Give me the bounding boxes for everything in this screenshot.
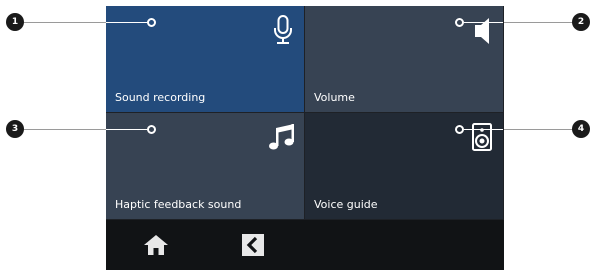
callout-badge-3: 3 bbox=[6, 120, 24, 138]
home-icon[interactable] bbox=[143, 233, 169, 257]
loudspeaker-icon bbox=[469, 121, 495, 153]
callout-leader-2 bbox=[504, 22, 574, 23]
speaker-volume-icon bbox=[469, 14, 495, 46]
tile-haptic-feedback-sound[interactable]: Haptic feedback sound bbox=[106, 113, 304, 219]
callout-dot-1 bbox=[147, 18, 156, 27]
callout-line-3 bbox=[106, 129, 148, 130]
callout-line-1 bbox=[106, 22, 148, 23]
music-note-icon bbox=[266, 121, 298, 153]
callout-badge-1: 1 bbox=[6, 13, 24, 31]
microphone-icon bbox=[270, 14, 296, 46]
callout-dot-4 bbox=[455, 125, 464, 134]
tile-voice-guide[interactable]: Voice guide bbox=[305, 113, 503, 219]
tile-label-voice-guide: Voice guide bbox=[314, 198, 378, 211]
tile-volume[interactable]: Volume bbox=[305, 6, 503, 112]
callout-dot-2 bbox=[455, 18, 464, 27]
callout-dot-3 bbox=[147, 125, 156, 134]
callout-badge-4: 4 bbox=[572, 120, 590, 138]
tile-label-volume: Volume bbox=[314, 91, 355, 104]
tile-label-haptic-feedback-sound: Haptic feedback sound bbox=[115, 198, 242, 211]
back-icon[interactable] bbox=[241, 233, 265, 257]
tile-label-sound-recording: Sound recording bbox=[115, 91, 206, 104]
callout-leader-3 bbox=[22, 129, 106, 130]
callout-leader-4 bbox=[504, 129, 574, 130]
callout-badge-2: 2 bbox=[572, 13, 590, 31]
bottom-navigation-bar bbox=[106, 220, 504, 270]
tile-sound-recording[interactable]: Sound recording bbox=[106, 6, 304, 112]
callout-leader-1 bbox=[22, 22, 106, 23]
sound-settings-screen: Sound recording Volume Haptic feedback s… bbox=[106, 6, 504, 270]
